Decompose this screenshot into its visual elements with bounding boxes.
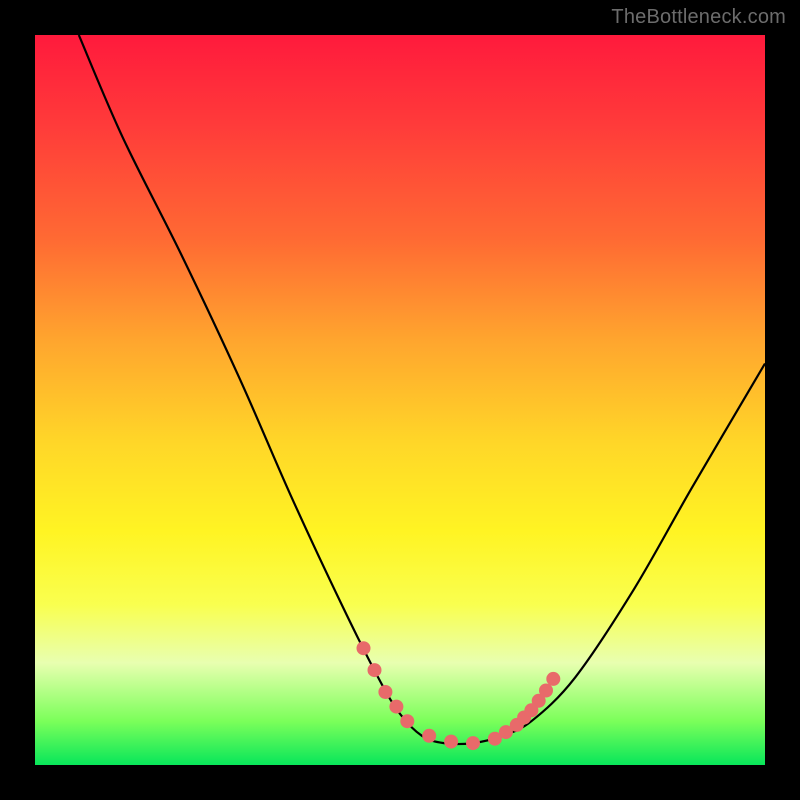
trough-dot xyxy=(368,663,382,677)
trough-dot xyxy=(539,684,553,698)
trough-dot xyxy=(466,736,480,750)
watermark-text: TheBottleneck.com xyxy=(611,6,786,29)
trough-dot-group xyxy=(357,641,561,750)
trough-dot xyxy=(357,641,371,655)
curve-layer xyxy=(35,35,765,765)
chart-frame: TheBottleneck.com xyxy=(0,0,800,800)
bottleneck-curve xyxy=(79,35,765,744)
trough-dot xyxy=(389,700,403,714)
trough-dot xyxy=(378,685,392,699)
trough-dot xyxy=(400,714,414,728)
trough-dot xyxy=(444,735,458,749)
trough-dot xyxy=(546,672,560,686)
plot-area xyxy=(35,35,765,765)
trough-dot xyxy=(422,729,436,743)
